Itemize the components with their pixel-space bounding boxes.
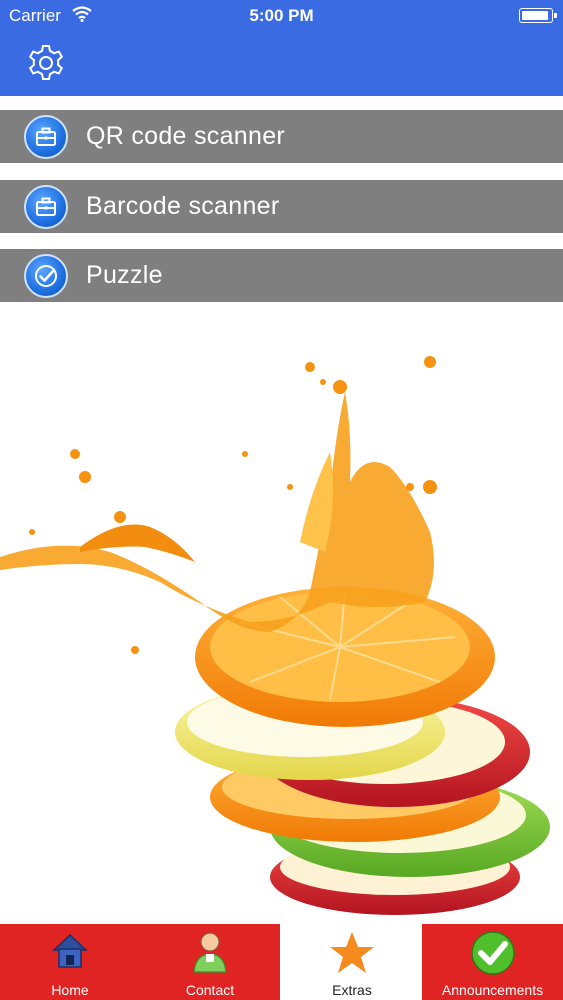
check-circle-icon bbox=[470, 930, 516, 981]
menu-item-label: Barcode scanner bbox=[86, 192, 280, 220]
briefcase-icon bbox=[24, 185, 68, 229]
checkmark-icon bbox=[24, 254, 68, 298]
tab-bar: Home Contact Extras Announcements bbox=[0, 924, 563, 1000]
tab-label: Home bbox=[51, 982, 89, 998]
tab-label: Announcements bbox=[441, 982, 544, 998]
menu-item-puzzle[interactable]: Puzzle bbox=[0, 249, 563, 302]
app-header: Carrier 5:00 PM bbox=[0, 0, 563, 96]
battery-level bbox=[522, 11, 548, 20]
tab-label: Extras bbox=[332, 982, 372, 998]
tab-extras[interactable]: Extras bbox=[282, 924, 422, 1000]
tab-announcements[interactable]: Announcements bbox=[422, 924, 563, 1000]
briefcase-icon bbox=[24, 115, 68, 159]
menu-item-barcode-scanner[interactable]: Barcode scanner bbox=[0, 180, 563, 233]
fruit-splash-image bbox=[0, 302, 563, 924]
person-icon bbox=[190, 930, 230, 979]
menu-item-qr-code-scanner[interactable]: QR code scanner bbox=[0, 110, 563, 163]
battery-icon bbox=[519, 8, 557, 23]
tab-label: Contact bbox=[185, 982, 235, 998]
tab-contact[interactable]: Contact bbox=[140, 924, 280, 1000]
gear-icon[interactable] bbox=[26, 43, 66, 83]
status-time: 5:00 PM bbox=[249, 6, 314, 25]
status-bar: Carrier 5:00 PM bbox=[0, 0, 563, 32]
menu-item-label: Puzzle bbox=[86, 261, 163, 289]
star-icon bbox=[329, 930, 375, 981]
house-icon bbox=[50, 930, 90, 975]
menu-item-label: QR code scanner bbox=[86, 122, 286, 150]
tab-home[interactable]: Home bbox=[0, 924, 140, 1000]
